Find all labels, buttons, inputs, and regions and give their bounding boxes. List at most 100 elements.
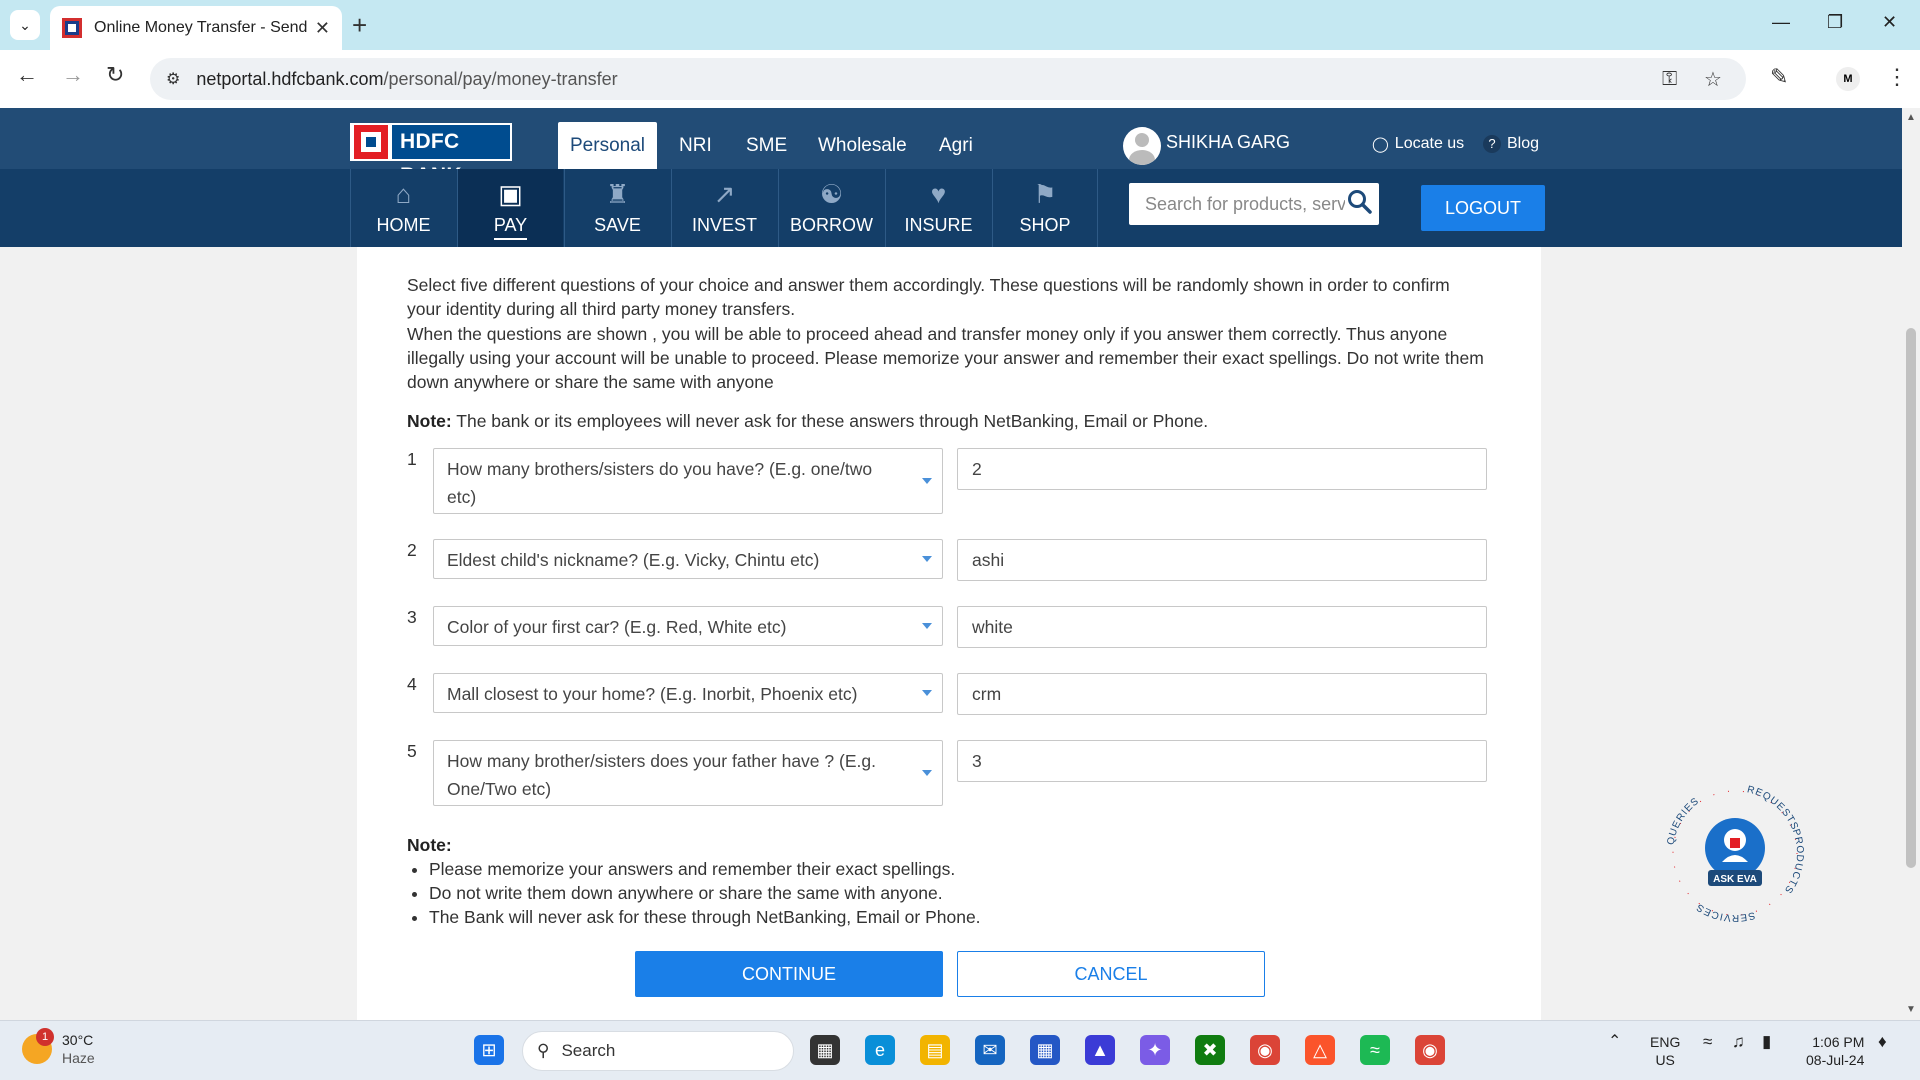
profile-avatar[interactable]: M — [1836, 67, 1860, 91]
nav-insure[interactable]: ♥ INSURE — [885, 169, 991, 247]
browser-tab[interactable]: Online Money Transfer - Send & ✕ — [50, 6, 342, 50]
segment-agri[interactable]: Agri — [927, 122, 985, 169]
dropdown-caret-icon — [922, 556, 932, 562]
eva-ring-services: SERVICES — [1694, 901, 1755, 923]
svg-text:SERVICES: SERVICES — [1694, 901, 1756, 923]
answer-input-4[interactable]: crm — [957, 673, 1487, 715]
bookmark-star-icon[interactable]: ☆ — [1704, 58, 1722, 100]
segment-personal[interactable]: Personal — [558, 122, 657, 169]
page-scrollbar[interactable]: ▲ ▼ — [1902, 108, 1920, 1020]
keyboard-region: US — [1655, 1052, 1675, 1068]
task-view-icon[interactable]: ▦ — [810, 1035, 840, 1065]
nav-home[interactable]: ⌂ HOME — [350, 169, 456, 247]
blog-label: Blog — [1507, 135, 1540, 152]
locate-us-link[interactable]: ◯ Locate us — [1372, 135, 1464, 153]
temperature: 30°C — [62, 1032, 94, 1048]
language-indicator[interactable]: ENG US — [1650, 1033, 1680, 1069]
browser-menu-icon[interactable]: ⋮ — [1886, 64, 1908, 90]
weather-widget[interactable]: 1 30°C Haze — [22, 1028, 95, 1067]
question-select-value: How many brother/sisters does your fathe… — [447, 751, 876, 799]
list-item: Please memorize your answers and remembe… — [429, 857, 981, 881]
savings-icon: ♜ — [605, 179, 630, 209]
site-search-input[interactable] — [1145, 193, 1345, 215]
eva-ring-products: PRODUCTS — [1782, 828, 1805, 896]
taskbar-search[interactable]: ⚲ Search — [522, 1031, 794, 1071]
borrow-hand-icon: ☯ — [819, 179, 844, 209]
xbox-icon[interactable]: ✖ — [1195, 1035, 1225, 1065]
segment-header: HDFC BANK Personal NRI SME Wholesale Agr… — [0, 108, 1902, 187]
site-search[interactable] — [1129, 183, 1379, 225]
back-arrow-icon[interactable]: ← — [16, 62, 38, 88]
forward-arrow-icon[interactable]: → — [62, 62, 84, 88]
question-icon: ? — [1483, 135, 1501, 153]
question-number: 3 — [407, 607, 417, 627]
segment-wholesale[interactable]: Wholesale — [806, 122, 919, 169]
user-name[interactable]: SHIKHA GARG — [1166, 132, 1290, 153]
answer-input-2[interactable]: ashi — [957, 539, 1487, 581]
clock[interactable]: 1:06 PM 08-Jul-24 — [1806, 1033, 1864, 1069]
taskbar-search-label: Search — [561, 1041, 616, 1060]
question-select-2[interactable]: Eldest child's nickname? (E.g. Vicky, Ch… — [433, 539, 943, 579]
segment-sme[interactable]: SME — [734, 122, 799, 169]
question-select-4[interactable]: Mall closest to your home? (E.g. Inorbit… — [433, 673, 943, 713]
question-select-value: Eldest child's nickname? (E.g. Vicky, Ch… — [447, 550, 820, 570]
wifi-icon[interactable]: ≈ — [1703, 1033, 1712, 1051]
show-hidden-icons-chevron-icon[interactable]: ⌃ — [1608, 1033, 1621, 1051]
window-close-icon[interactable]: ✕ — [1882, 12, 1897, 33]
question-select-1[interactable]: How many brothers/sisters do you have? (… — [433, 448, 943, 514]
nav-pay[interactable]: ▣ PAY — [457, 169, 563, 247]
battery-icon[interactable]: ▮ — [1762, 1033, 1771, 1051]
question-select-5[interactable]: How many brother/sisters does your fathe… — [433, 740, 943, 806]
file-explorer-icon[interactable]: ▤ — [920, 1035, 950, 1065]
bottom-note-label: Note: — [407, 835, 452, 855]
logout-button[interactable]: LOGOUT — [1421, 185, 1545, 231]
weather-sun-icon: 1 — [22, 1028, 54, 1064]
new-tab-plus-icon[interactable]: + — [352, 10, 367, 41]
nav-invest[interactable]: ↗ INVEST — [671, 169, 777, 247]
tab-close-icon[interactable]: ✕ — [315, 18, 330, 39]
url-omnibox[interactable]: ⚙ netportal.hdfcbank.com/personal/pay/mo… — [150, 58, 1746, 100]
ask-eva-chatbot-widget[interactable]: REQUESTS PRODUCTS SERVICES QUERIES ASK E… — [1660, 778, 1810, 928]
user-avatar[interactable] — [1123, 127, 1161, 165]
nav-borrow[interactable]: ☯ BORROW — [778, 169, 884, 247]
scroll-up-icon[interactable]: ▲ — [1906, 112, 1916, 123]
nav-save-label: SAVE — [594, 215, 641, 235]
nav-insure-label: INSURE — [904, 215, 973, 235]
restore-icon[interactable]: ❐ — [1827, 12, 1843, 33]
nav-shop[interactable]: ⚑ SHOP — [992, 169, 1098, 247]
continue-button[interactable]: CONTINUE — [635, 951, 943, 997]
answer-input-3[interactable]: white — [957, 606, 1487, 648]
edge-browser-icon[interactable]: e — [865, 1035, 895, 1065]
app-icon[interactable]: ▲ — [1085, 1035, 1115, 1065]
question-select-3[interactable]: Color of your first car? (E.g. Red, Whit… — [433, 606, 943, 646]
volume-icon[interactable]: ♫ — [1732, 1033, 1745, 1051]
password-key-icon[interactable]: ⚿ — [1662, 58, 1677, 100]
chrome-icon[interactable]: ◉ — [1250, 1035, 1280, 1065]
tab-search-chevron-icon[interactable]: ⌄ — [10, 10, 40, 40]
hdfc-bank-logo[interactable]: HDFC BANK — [350, 123, 512, 187]
copilot-icon[interactable]: ✦ — [1140, 1035, 1170, 1065]
minimize-icon[interactable]: — — [1772, 12, 1790, 33]
search-icon[interactable] — [1347, 189, 1373, 215]
nav-save[interactable]: ♜ SAVE — [564, 169, 670, 247]
extensions-puzzle-icon[interactable]: ✎ — [1770, 64, 1788, 90]
reload-icon[interactable]: ↻ — [106, 62, 124, 88]
shopping-cart-icon: ⚑ — [1033, 179, 1057, 209]
security-questions-panel: Select five different questions of your … — [357, 247, 1541, 1020]
site-info-icon[interactable]: ⚙ — [166, 69, 180, 89]
scroll-down-icon[interactable]: ▼ — [1906, 1004, 1916, 1015]
segment-nri[interactable]: NRI — [667, 122, 724, 169]
answer-input-5[interactable]: 3 — [957, 740, 1487, 782]
brave-browser-icon[interactable]: △ — [1305, 1035, 1335, 1065]
mail-icon[interactable]: ✉ — [975, 1035, 1005, 1065]
answer-input-1[interactable]: 2 — [957, 448, 1487, 490]
spotify-icon[interactable]: ≈ — [1360, 1035, 1390, 1065]
cancel-button[interactable]: CANCEL — [957, 951, 1265, 997]
windows-taskbar: 1 30°C Haze ⊞ ⚲ Search ▦ e ▤ ✉ ▦ ▲ ✦ ✖ ◉… — [0, 1020, 1920, 1080]
microsoft-store-icon[interactable]: ▦ — [1030, 1035, 1060, 1065]
scroll-thumb[interactable] — [1906, 328, 1916, 868]
notifications-bell-icon[interactable]: ♦ — [1878, 1033, 1887, 1051]
blog-link[interactable]: ? Blog — [1483, 135, 1539, 153]
windows-start-icon[interactable]: ⊞ — [474, 1035, 504, 1065]
chrome-active-icon[interactable]: ◉ — [1415, 1035, 1445, 1065]
